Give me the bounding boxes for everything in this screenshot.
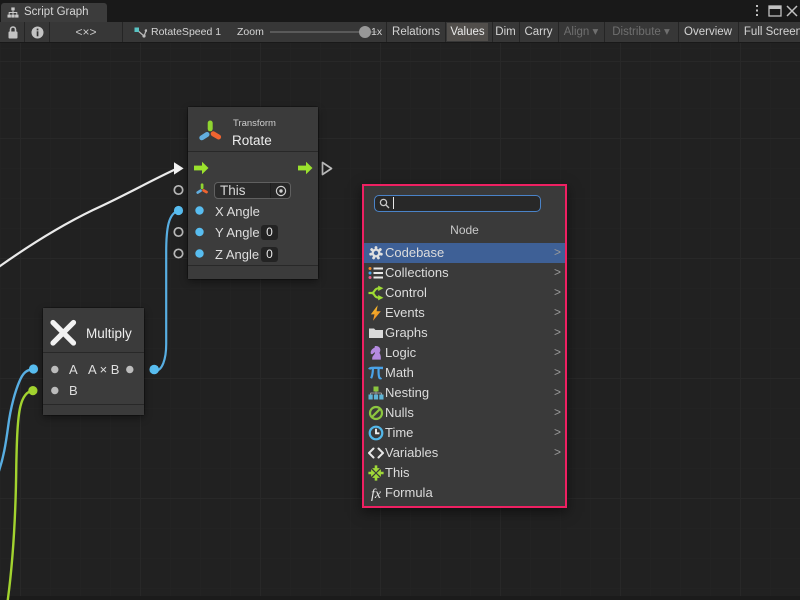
svg-text:fx: fx [371,487,382,501]
